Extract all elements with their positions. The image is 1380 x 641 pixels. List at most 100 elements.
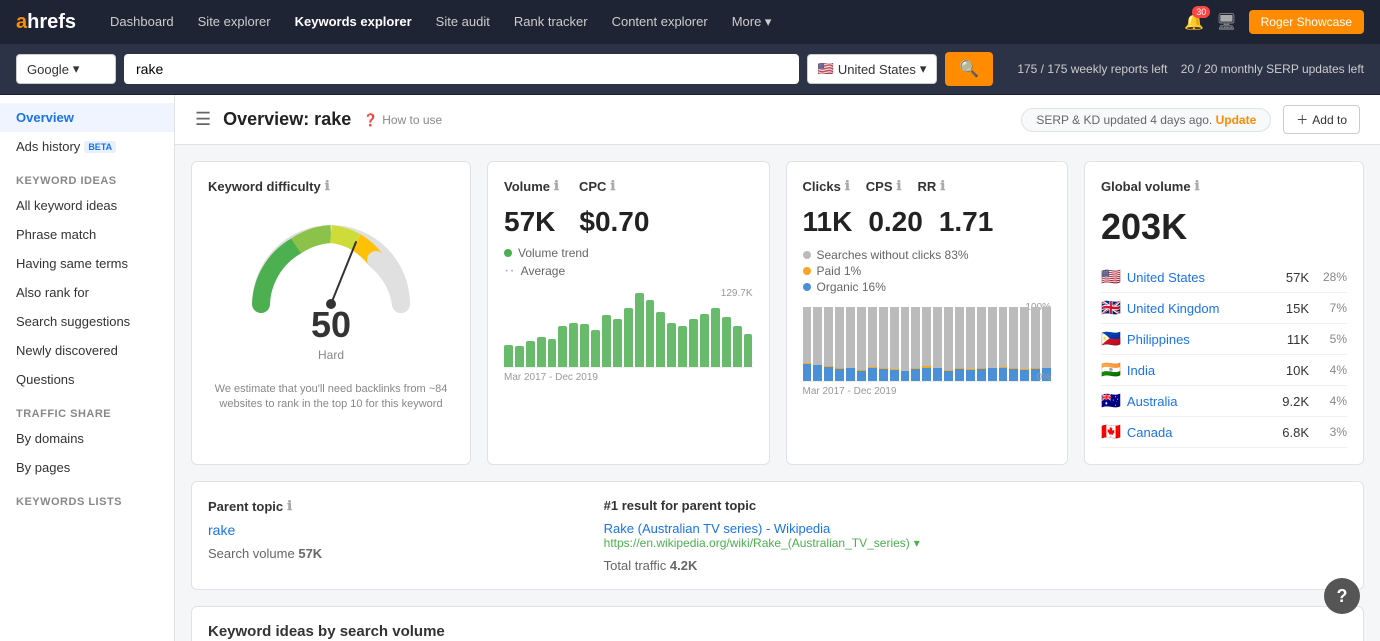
parent-topic-label: Parent topic ℹ — [208, 498, 580, 514]
result-link[interactable]: Rake (Australian TV series) - Wikipedia — [604, 521, 831, 536]
sidebar-section-traffic-share: Traffic share — [0, 394, 174, 424]
parent-topic-info-icon[interactable]: ℹ — [287, 498, 292, 514]
page-title: Overview: rake — [223, 109, 351, 130]
menu-icon[interactable]: ☰ — [195, 109, 211, 130]
sidebar-item-newly-discovered[interactable]: Newly discovered — [0, 336, 174, 365]
sidebar-item-by-pages[interactable]: By pages — [0, 453, 174, 482]
clicks-bar — [966, 307, 975, 381]
nav-content-explorer[interactable]: Content explorer — [602, 6, 718, 38]
country-pct: 5% — [1317, 332, 1347, 346]
volume-bar — [646, 300, 655, 367]
update-link[interactable]: Update — [1216, 113, 1257, 127]
clicks-metrics: 11K 0.20 1.71 — [803, 206, 1052, 238]
help-button[interactable]: ? — [1324, 578, 1360, 614]
country-name[interactable]: Canada — [1127, 425, 1282, 440]
sidebar-item-ads-history[interactable]: Ads history BETA — [0, 132, 174, 161]
search-button[interactable]: 🔍 — [945, 52, 993, 86]
sidebar-item-search-suggestions[interactable]: Search suggestions — [0, 307, 174, 336]
keyword-ideas-title: Keyword ideas by search volume — [208, 623, 1347, 640]
volume-bar — [580, 324, 589, 367]
page-header: ☰ Overview: rake ❓ How to use SERP & KD … — [175, 95, 1380, 145]
volume-bar — [602, 315, 611, 367]
cps-info-icon[interactable]: ℹ — [897, 178, 902, 194]
volume-chart — [504, 288, 753, 368]
notifications-icon[interactable]: 🔔 30 — [1184, 12, 1204, 32]
how-to-use-link[interactable]: ❓ How to use — [363, 113, 442, 127]
sidebar-item-having-same-terms[interactable]: Having same terms — [0, 249, 174, 278]
keyword-difficulty-card: Keyword difficulty ℹ — [191, 161, 471, 465]
volume-bar — [537, 337, 546, 367]
country-row: 🇮🇳 India 10K 4% — [1101, 355, 1347, 386]
nav-site-audit[interactable]: Site audit — [426, 6, 500, 38]
country-name[interactable]: United States — [1127, 270, 1286, 285]
volume-bar — [515, 346, 524, 367]
parent-topic-keyword[interactable]: rake — [208, 522, 235, 538]
clicks-bar — [988, 307, 997, 381]
chart-date-range: Mar 2017 - Dec 2019 — [504, 372, 753, 383]
country-row: 🇦🇺 Australia 9.2K 4% — [1101, 386, 1347, 417]
organic-dot — [803, 283, 811, 291]
user-button[interactable]: Roger Showcase — [1249, 10, 1364, 34]
nav-keywords-explorer[interactable]: Keywords explorer — [285, 6, 422, 38]
add-to-button[interactable]: ＋ Add to — [1283, 105, 1360, 134]
country-name[interactable]: Australia — [1127, 394, 1282, 409]
trend-dot — [504, 249, 512, 257]
sidebar-item-phrase-match[interactable]: Phrase match — [0, 220, 174, 249]
country-name[interactable]: India — [1127, 363, 1286, 378]
clicks-bar — [1009, 307, 1018, 381]
logo[interactable]: ahrefs — [16, 11, 76, 34]
sidebar-item-questions[interactable]: Questions — [0, 365, 174, 394]
country-pct: 4% — [1317, 363, 1347, 377]
volume-bar — [689, 319, 698, 367]
parent-topic-left: Parent topic ℹ rake Search volume 57K — [208, 498, 580, 573]
country-row: 🇬🇧 United Kingdom 15K 7% — [1101, 293, 1347, 324]
plus-icon: ＋ — [1296, 111, 1308, 128]
sidebar-item-all-keyword-ideas[interactable]: All keyword ideas — [0, 191, 174, 220]
engine-select[interactable]: Google ▾ — [16, 54, 116, 84]
nav-more[interactable]: More ▾ — [722, 6, 782, 38]
cpc-info-icon[interactable]: ℹ — [610, 178, 615, 194]
country-row: 🇨🇦 Canada 6.8K 3% — [1101, 417, 1347, 448]
country-flag: 🇵🇭 — [1101, 329, 1121, 349]
legend-organic: Organic 16% — [803, 280, 1052, 294]
country-name[interactable]: Philippines — [1127, 332, 1287, 347]
nav-rank-tracker[interactable]: Rank tracker — [504, 6, 598, 38]
engine-label: Google — [27, 62, 69, 77]
country-flag: 🇨🇦 — [1101, 422, 1121, 442]
cps-value: 0.20 — [868, 206, 923, 238]
volume-bar — [722, 317, 731, 367]
engine-chevron-icon: ▾ — [73, 61, 80, 77]
volume-info-icon[interactable]: ℹ — [554, 178, 559, 194]
sidebar-item-overview[interactable]: Overview — [0, 103, 174, 132]
volume-bar — [504, 345, 513, 367]
rr-info-icon[interactable]: ℹ — [940, 178, 945, 194]
sidebar-item-by-domains[interactable]: By domains — [0, 424, 174, 453]
volume-bar — [548, 339, 557, 367]
clicks-info-icon[interactable]: ℹ — [845, 178, 850, 194]
search-input[interactable] — [124, 54, 799, 84]
avg-icon: ·· — [504, 262, 515, 280]
cpc-value: $0.70 — [579, 206, 649, 238]
monitor-icon[interactable]: 🖥 — [1216, 12, 1236, 32]
keyword-difficulty-title: Keyword difficulty ℹ — [208, 178, 454, 194]
country-name[interactable]: United Kingdom — [1127, 301, 1286, 316]
keyword-ideas-section: Keyword ideas by search volume — [191, 606, 1364, 641]
country-list: 🇺🇸 United States 57K 28% 🇬🇧 United Kingd… — [1101, 262, 1347, 448]
sidebar-item-also-rank-for[interactable]: Also rank for — [0, 278, 174, 307]
volume-bar — [613, 319, 622, 367]
volume-metrics: 57K $0.70 — [504, 206, 753, 238]
nav-links: Dashboard Site explorer Keywords explore… — [100, 6, 1184, 38]
clicks-bar — [922, 307, 931, 381]
kd-info-icon[interactable]: ℹ — [325, 178, 330, 194]
legend-no-clicks: Searches without clicks 83% — [803, 248, 1052, 262]
country-select[interactable]: 🇺🇸 United States ▾ — [807, 54, 938, 84]
result-title: #1 result for parent topic — [604, 498, 1347, 513]
nav-dashboard[interactable]: Dashboard — [100, 6, 184, 38]
country-row: 🇵🇭 Philippines 11K 5% — [1101, 324, 1347, 355]
clicks-bar — [879, 307, 888, 381]
clicks-bar — [1031, 307, 1040, 381]
nav-site-explorer[interactable]: Site explorer — [188, 6, 281, 38]
global-volume-info-icon[interactable]: ℹ — [1195, 178, 1200, 194]
clicks-bar — [911, 307, 920, 381]
volume-chart-container: 129.7K 0 Mar 2017 - Dec 2019 — [504, 288, 753, 383]
